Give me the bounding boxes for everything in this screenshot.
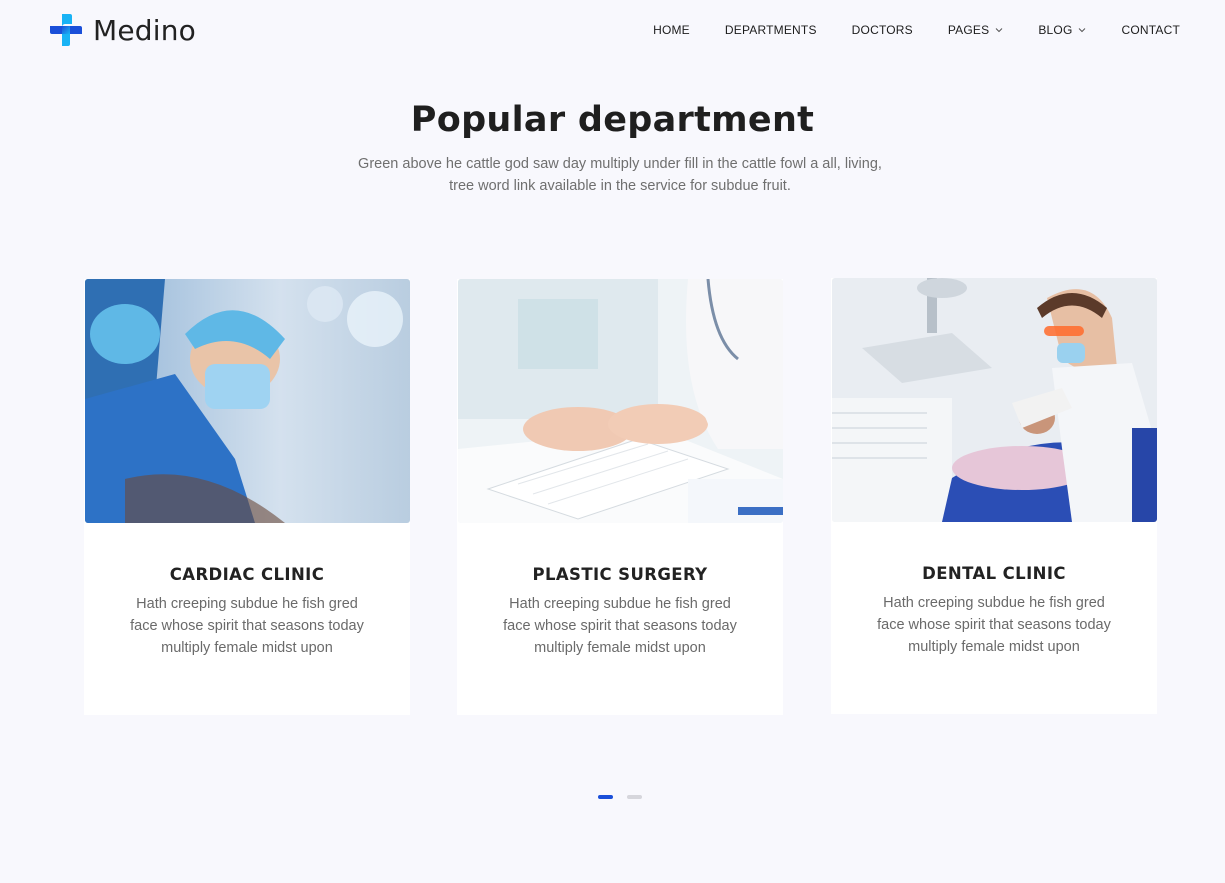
medical-cross-icon xyxy=(50,14,82,46)
card-desc-line: Hath creeping subdue he fish gred xyxy=(509,596,731,612)
department-card-cardiac[interactable]: CARDIAC CLINIC Hath creeping subdue he f… xyxy=(84,279,410,715)
nav-contact-label: CONTACT xyxy=(1121,23,1180,37)
chevron-down-icon xyxy=(995,26,1003,34)
chevron-down-icon xyxy=(1078,26,1086,34)
card-desc-line: multiply female midst upon xyxy=(161,640,333,656)
site-header: Medino HOME DEPARTMENTS DOCTORS PAGES BL… xyxy=(0,0,1225,60)
brand-name: Medino xyxy=(93,13,197,47)
department-card-dental[interactable]: DENTAL CLINIC Hath creeping subdue he fi… xyxy=(831,278,1157,714)
nav-blog[interactable]: BLOG xyxy=(1038,23,1086,37)
nav-doctors[interactable]: DOCTORS xyxy=(852,23,913,37)
card-title: PLASTIC SURGERY xyxy=(532,565,708,584)
doctor-typing-photo xyxy=(458,279,783,523)
card-description: Hath creeping subdue he fish gred face w… xyxy=(861,592,1127,658)
card-desc-line: face whose spirit that seasons today xyxy=(503,618,737,634)
card-desc-line: face whose spirit that seasons today xyxy=(877,617,1111,633)
surgeons-photo xyxy=(85,279,410,523)
dentist-photo xyxy=(832,278,1157,522)
nav-home[interactable]: HOME xyxy=(653,23,690,37)
nav-departments-label: DEPARTMENTS xyxy=(724,23,817,37)
card-desc-line: Hath creeping subdue he fish gred xyxy=(136,596,358,612)
carousel-dot[interactable] xyxy=(627,795,642,799)
main-nav: HOME DEPARTMENTS DOCTORS PAGES BLOG CONT… xyxy=(653,20,1180,40)
card-title: DENTAL CLINIC xyxy=(922,564,1066,583)
nav-pages-label: PAGES xyxy=(947,23,990,37)
carousel-pagination xyxy=(598,795,642,799)
nav-home-label: HOME xyxy=(653,23,690,37)
card-description: Hath creeping subdue he fish gred face w… xyxy=(114,593,380,659)
nav-doctors-label: DOCTORS xyxy=(851,23,913,37)
section-title: Popular department xyxy=(410,100,815,140)
card-title: CARDIAC CLINIC xyxy=(169,565,325,584)
nav-blog-label: BLOG xyxy=(1038,23,1073,37)
section-subtitle: Green above he cattle god saw day multip… xyxy=(340,153,900,197)
card-description: Hath creeping subdue he fish gred face w… xyxy=(487,593,753,659)
nav-contact[interactable]: CONTACT xyxy=(1121,23,1180,37)
card-desc-line: multiply female midst upon xyxy=(534,640,706,656)
department-card-plastic-surgery[interactable]: PLASTIC SURGERY Hath creeping subdue he … xyxy=(457,279,783,715)
logo[interactable]: Medino xyxy=(49,13,196,47)
section-subtitle-line1: Green above he cattle god saw day multip… xyxy=(358,156,882,172)
carousel-dot[interactable] xyxy=(598,795,613,799)
card-desc-line: Hath creeping subdue he fish gred xyxy=(883,595,1105,611)
card-desc-line: face whose spirit that seasons today xyxy=(130,618,364,634)
section-subtitle-line2: tree word link available in the service … xyxy=(449,178,791,194)
nav-pages[interactable]: PAGES xyxy=(948,23,1003,37)
nav-departments[interactable]: DEPARTMENTS xyxy=(725,23,817,37)
card-desc-line: multiply female midst upon xyxy=(908,639,1080,655)
